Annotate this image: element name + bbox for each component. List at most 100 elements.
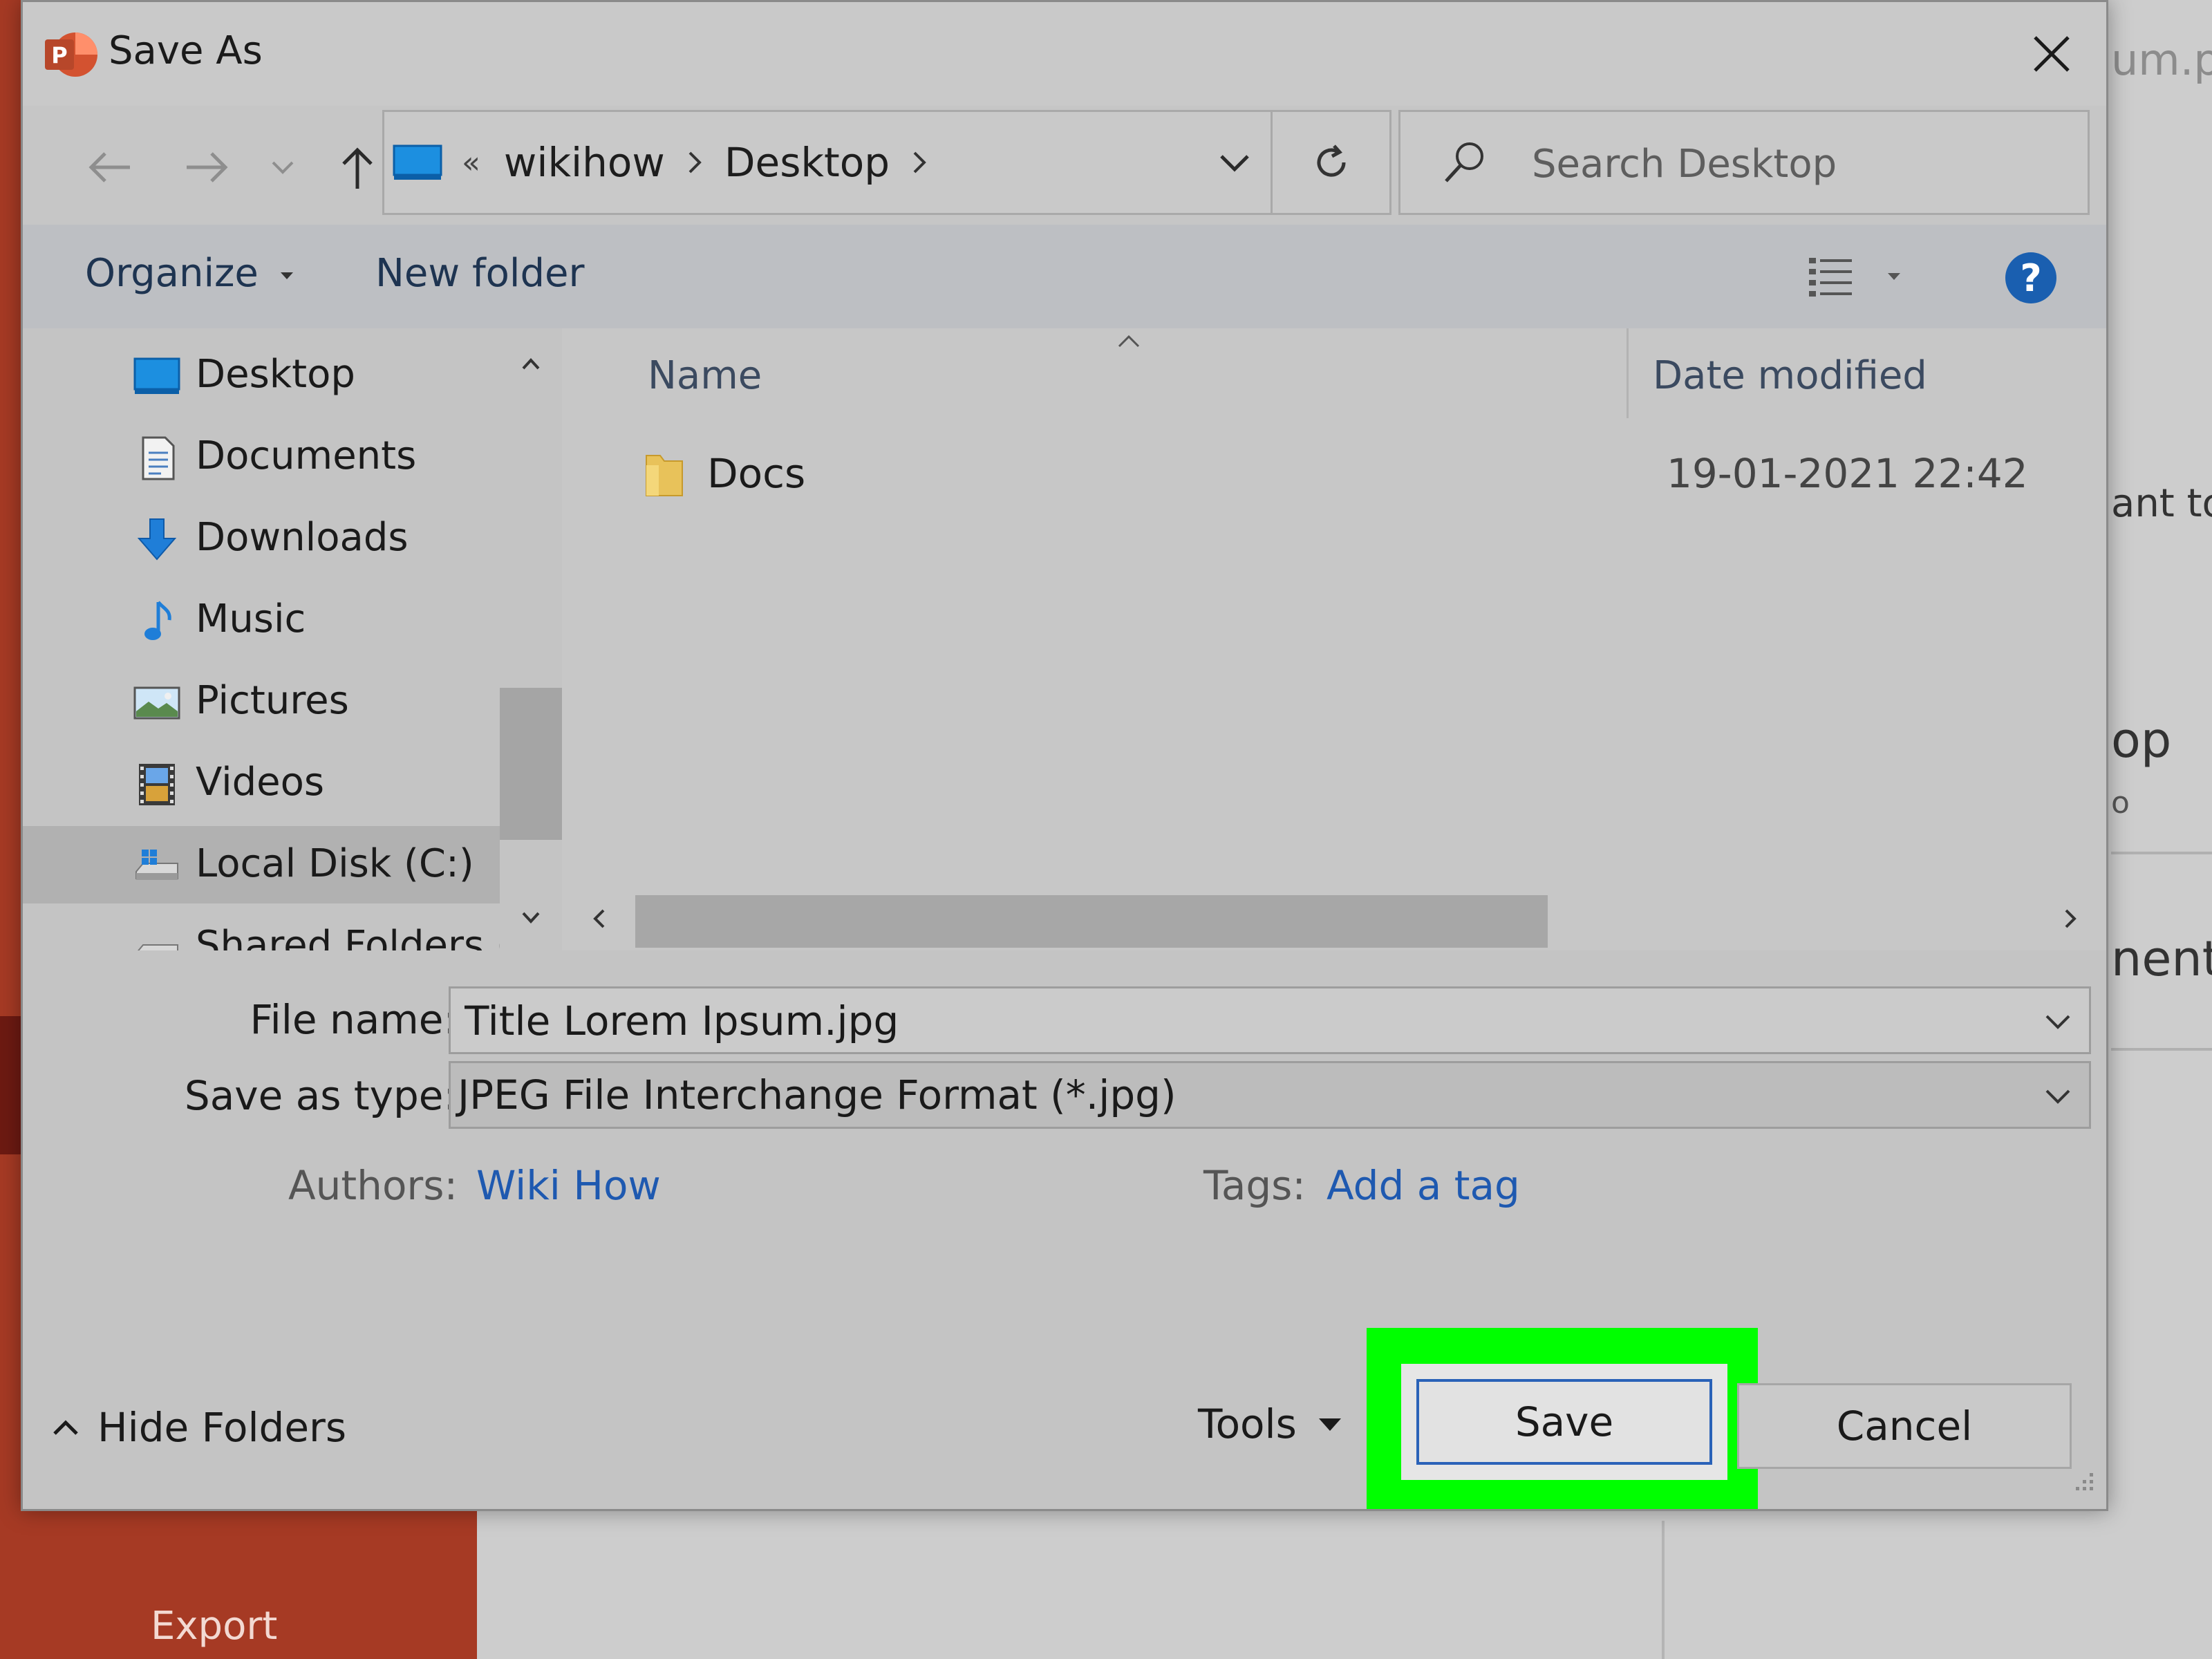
column-divider[interactable]: [1627, 328, 1629, 418]
resize-grip-icon[interactable]: [2069, 1469, 2097, 1497]
organize-button[interactable]: Organize: [85, 251, 294, 296]
tools-button[interactable]: Tools: [1198, 1393, 1342, 1455]
cancel-button[interactable]: Cancel: [1737, 1383, 2072, 1469]
scroll-up-icon[interactable]: [521, 356, 541, 373]
scroll-right-icon[interactable]: [2062, 908, 2079, 930]
nav-item-label: Music: [196, 597, 306, 641]
hide-folders-button[interactable]: Hide Folders: [50, 1400, 346, 1455]
chevron-up-icon: [53, 1420, 78, 1435]
dialog-titlebar: P Save As: [23, 2, 2106, 106]
folder-icon: [646, 455, 683, 496]
close-button[interactable]: [2021, 23, 2083, 85]
forward-button[interactable]: [179, 136, 234, 198]
save-as-type-dropdown-button[interactable]: [2034, 1071, 2082, 1120]
chevron-down-icon: [2045, 1015, 2070, 1029]
scroll-down-icon[interactable]: [521, 909, 541, 926]
app-text-peek: ant to: [2111, 481, 2212, 526]
save-button[interactable]: Save: [1416, 1379, 1712, 1465]
export-menu-item[interactable]: Export: [151, 1604, 277, 1649]
app-divider: [2111, 852, 2212, 854]
save-options-panel: File name: Save as type: JPEG File Inter…: [23, 950, 2106, 1509]
nav-item-music[interactable]: Music: [23, 581, 500, 659]
new-folder-button[interactable]: New folder: [375, 251, 585, 296]
local-disk-icon: [135, 850, 178, 880]
arrow-up-icon: [342, 147, 373, 189]
nav-item-pictures[interactable]: Pictures: [23, 663, 500, 740]
nav-item-shared-folders[interactable]: Shared Folders (\: [23, 908, 525, 950]
column-header-date-modified[interactable]: Date modified: [1653, 353, 1927, 398]
refresh-button[interactable]: [1271, 112, 1389, 213]
file-name-input[interactable]: [465, 997, 1985, 1045]
search-box[interactable]: [1398, 110, 2090, 215]
breadcrumb-item[interactable]: wikihow: [504, 139, 665, 186]
sort-ascending-icon: [1118, 335, 1140, 348]
nav-item-desktop[interactable]: Desktop: [23, 337, 500, 414]
help-button[interactable]: ?: [2005, 252, 2056, 303]
file-list-scroll-thumb[interactable]: [635, 895, 1548, 948]
view-options-button[interactable]: [1806, 254, 1924, 302]
nav-item-videos[interactable]: Videos: [23, 744, 500, 822]
svg-text:P: P: [51, 42, 67, 68]
search-icon: [1445, 142, 1483, 182]
save-as-type-value: JPEG File Interchange Format (*.jpg): [458, 1071, 1177, 1118]
nav-item-downloads[interactable]: Downloads: [23, 500, 500, 577]
app-sidebar-selection: [0, 1016, 21, 1154]
add-tag-link[interactable]: Add a tag: [1327, 1162, 1520, 1209]
documents-icon: [142, 436, 175, 480]
authors-value[interactable]: Wiki How: [476, 1162, 661, 1209]
arrow-right-icon: [187, 152, 228, 182]
table-row[interactable]: Docs 19-01-2021 22:42: [576, 439, 2097, 515]
file-name-combobox[interactable]: [449, 986, 2091, 1054]
back-button[interactable]: [82, 136, 138, 198]
up-button[interactable]: [330, 136, 385, 198]
pictures-icon: [133, 686, 180, 720]
close-icon: [2034, 36, 2070, 72]
shared-folder-icon: [138, 944, 178, 950]
address-bar[interactable]: « wikihow Desktop: [382, 110, 1391, 215]
nav-item-label: Shared Folders (\: [196, 923, 525, 950]
nav-item-local-disk[interactable]: Local Disk (C:): [23, 826, 500, 903]
file-name-dropdown-button[interactable]: [2034, 997, 2082, 1045]
save-as-type-select[interactable]: JPEG File Interchange Format (*.jpg): [449, 1061, 2091, 1129]
caret-down-icon: [280, 272, 293, 279]
command-toolbar: Organize New folder ?: [23, 225, 2106, 328]
navigation-bar: « wikihow Desktop: [23, 106, 2106, 225]
file-name: Docs: [707, 450, 806, 497]
app-divider: [2111, 1048, 2212, 1051]
nav-pane-scroll-thumb[interactable]: [500, 688, 562, 840]
breadcrumb-overflow[interactable]: «: [462, 145, 480, 180]
authors-label: Authors:: [288, 1162, 458, 1209]
address-dropdown-button[interactable]: [1200, 112, 1269, 213]
nav-item-label: Local Disk (C:): [196, 841, 474, 886]
desktop-icon: [133, 357, 180, 394]
nav-item-label: Pictures: [196, 678, 349, 723]
nav-item-label: Documents: [196, 433, 417, 478]
file-name-label: File name:: [250, 996, 457, 1043]
details-view-icon: [1809, 258, 1900, 297]
app-text-peek: nents: [2111, 930, 2212, 987]
chevron-down-icon: [2045, 1089, 2070, 1104]
save-as-dialog: P Save As « wikihow Desktop Search Deskt…: [21, 0, 2108, 1511]
app-text-peek: o: [2111, 785, 2130, 821]
recent-locations-button[interactable]: [262, 136, 303, 198]
caret-down-icon: [1318, 1418, 1341, 1431]
powerpoint-logo-icon: P: [44, 30, 99, 79]
scroll-left-icon[interactable]: [591, 908, 608, 930]
search-input[interactable]: [1532, 140, 2057, 188]
app-text-peek: op: [2111, 712, 2172, 769]
breadcrumb-item[interactable]: Desktop: [724, 139, 890, 186]
nav-pane-scrollbar[interactable]: [500, 328, 562, 950]
navigation-pane: Desktop Documents Downloads Music Pictur…: [23, 328, 562, 950]
dialog-title: Save As: [109, 28, 263, 73]
save-as-type-label: Save as type:: [184, 1072, 457, 1119]
file-list-hscrollbar[interactable]: [576, 890, 2097, 949]
column-header-name[interactable]: Name: [648, 353, 762, 398]
chevron-right-icon[interactable]: [910, 150, 928, 175]
hide-folders-label: Hide Folders: [97, 1404, 347, 1451]
chevron-right-icon[interactable]: [686, 150, 704, 175]
music-icon: [144, 601, 171, 640]
app-divider: [1662, 1521, 1665, 1659]
nav-item-documents[interactable]: Documents: [23, 418, 500, 496]
breadcrumb: « wikihow Desktop: [384, 112, 1262, 213]
desktop-location-icon: [393, 144, 442, 180]
